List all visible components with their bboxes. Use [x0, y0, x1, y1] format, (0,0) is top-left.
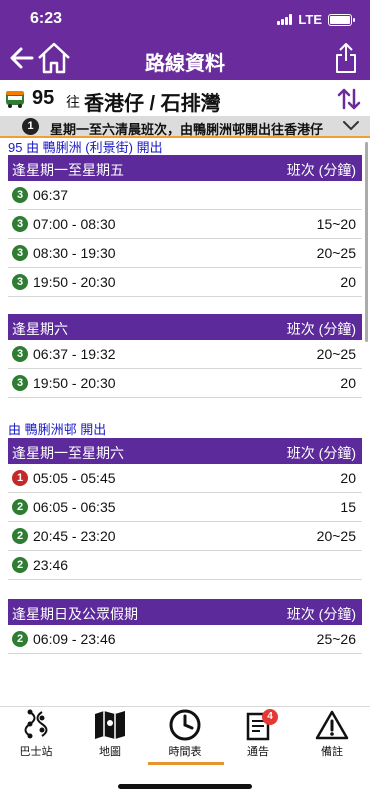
frequency: 20: [340, 375, 356, 391]
departure-time: 06:09 - 23:46: [33, 631, 116, 647]
table-row: 2 06:09 - 23:46 25~26: [8, 625, 362, 654]
frequency: 20: [340, 470, 356, 486]
notice-text: 星期一至六清晨班次，由鴨脷洲邨開出往香港仔: [50, 122, 324, 137]
table-title: 逢星期六: [12, 321, 68, 337]
frequency: 20~25: [316, 245, 356, 261]
tab-bar: 巴士站 地圖 時間表 4 通告 備註: [0, 706, 370, 766]
table-header: 逢星期日及公眾假期 班次 (分鐘): [8, 599, 362, 625]
operator-badge: 3: [12, 375, 28, 391]
frequency: 20: [340, 274, 356, 290]
table-title: 逢星期一至星期六: [12, 445, 124, 461]
tab-label: 通告: [247, 746, 269, 758]
departure-time: 06:37 - 19:32: [33, 346, 116, 362]
tab-bus-stop[interactable]: 巴士站: [6, 709, 66, 767]
tab-label: 時間表: [168, 746, 202, 758]
tab-map[interactable]: 地圖: [80, 709, 140, 767]
route-number: 95: [32, 87, 55, 109]
departure-time: 06:37: [33, 187, 69, 203]
operator-badge: 2: [12, 528, 28, 544]
operator-badge: 1: [12, 470, 28, 486]
frequency: 15~20: [316, 216, 356, 232]
nav-bar: 路線資料: [0, 38, 370, 80]
operator-badge: 3: [12, 346, 28, 362]
tab-timetable[interactable]: 時間表: [155, 709, 215, 767]
frequency: 20~25: [316, 346, 356, 362]
route-info-bar: 95 往 香港仔 / 石排灣: [0, 82, 370, 116]
departure-time: 23:46: [33, 557, 69, 573]
departure-time: 05:05 - 05:45: [33, 470, 116, 486]
table-header: 逢星期一至星期六 班次 (分鐘): [8, 438, 362, 464]
notice-bar[interactable]: 1 星期一至六清晨班次，由鴨脷洲邨開出往香港仔: [0, 116, 370, 138]
table-row: 2 23:46: [8, 551, 362, 580]
chevron-down-icon[interactable]: [342, 120, 360, 132]
departure-time: 20:45 - 23:20: [33, 528, 116, 544]
bus-icon: [6, 91, 24, 108]
status-time: 6:23: [30, 10, 63, 27]
signal-icon: [277, 14, 293, 25]
frequency: 15: [340, 499, 356, 515]
notice-count-badge: 4: [262, 709, 278, 725]
page-title: 路線資料: [145, 53, 225, 75]
table-title: 逢星期一至星期五: [12, 162, 124, 178]
share-icon[interactable]: [334, 42, 358, 74]
active-tab-indicator: [148, 762, 224, 765]
battery-icon: [328, 13, 355, 26]
table-row: 3 07:00 - 08:30 15~20: [8, 210, 362, 239]
status-indicators: LTE: [277, 12, 355, 27]
table-row: 2 20:45 - 23:20 20~25: [8, 522, 362, 551]
clock-icon: [169, 709, 201, 741]
departure-time: 08:30 - 19:30: [33, 245, 116, 261]
map-icon: [95, 711, 125, 739]
scrollbar[interactable]: [365, 142, 368, 342]
route-direction-label: 往: [66, 94, 80, 110]
table-row: 1 05:05 - 05:45 20: [8, 464, 362, 493]
tab-notices[interactable]: 4 通告: [228, 709, 288, 767]
operator-badge: 2: [12, 557, 28, 573]
table-row: 3 19:50 - 20:30 20: [8, 369, 362, 398]
section-heading: 由 鴨脷洲邨 開出: [8, 422, 107, 437]
departure-time: 06:05 - 06:35: [33, 499, 116, 515]
swap-direction-icon[interactable]: [336, 87, 362, 111]
table-row: 3 08:30 - 19:30 20~25: [8, 239, 362, 268]
table-row: 2 06:05 - 06:35 15: [8, 493, 362, 522]
operator-badge: 2: [12, 631, 28, 647]
warning-icon: [315, 710, 349, 740]
section-heading: 95 由 鴨脷洲 (利景街) 開出: [8, 140, 163, 155]
network-label: LTE: [298, 12, 322, 27]
departure-time: 19:50 - 20:30: [33, 274, 116, 290]
operator-badge: 2: [12, 499, 28, 515]
tab-remarks[interactable]: 備註: [302, 709, 362, 767]
table-row: 3 06:37 - 19:32 20~25: [8, 340, 362, 369]
operator-badge: 3: [12, 216, 28, 232]
frequency-column-label: 班次 (分鐘): [286, 445, 356, 461]
departure-time: 07:00 - 08:30: [33, 216, 116, 232]
table-header: 逢星期一至星期五 班次 (分鐘): [8, 155, 362, 181]
operator-badge: 3: [12, 245, 28, 261]
frequency: 20~25: [316, 528, 356, 544]
operator-badge: 3: [12, 274, 28, 290]
bus-stop-icon: [24, 709, 48, 739]
frequency: 25~26: [316, 631, 356, 647]
table-title: 逢星期日及公眾假期: [12, 606, 138, 622]
operator-badge: 3: [12, 187, 28, 203]
table-row: 3 06:37: [8, 181, 362, 210]
tab-label: 地圖: [99, 746, 121, 758]
table-row: 3 19:50 - 20:30 20: [8, 268, 362, 297]
notice-number-badge: 1: [22, 118, 39, 135]
table-header: 逢星期六 班次 (分鐘): [8, 314, 362, 340]
frequency-column-label: 班次 (分鐘): [286, 606, 356, 622]
tab-label: 備註: [321, 746, 343, 758]
home-indicator: [118, 784, 252, 789]
departure-time: 19:50 - 20:30: [33, 375, 116, 391]
frequency-column-label: 班次 (分鐘): [286, 321, 356, 337]
frequency-column-label: 班次 (分鐘): [286, 162, 356, 178]
tab-label: 巴士站: [19, 746, 53, 758]
route-destination: 香港仔 / 石排灣: [84, 93, 221, 115]
status-bar: 6:23 LTE: [0, 0, 370, 38]
